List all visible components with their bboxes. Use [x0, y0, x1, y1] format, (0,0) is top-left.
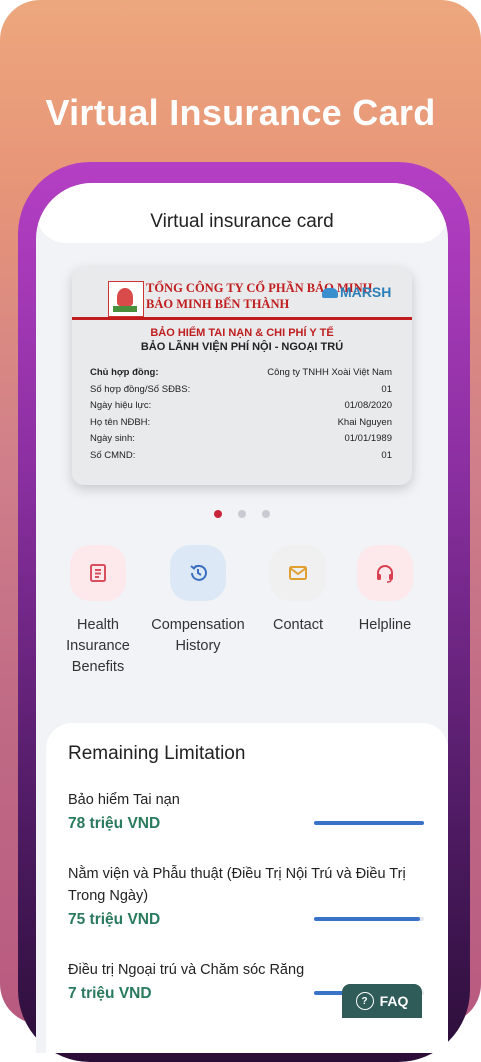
action-label: Helpline: [358, 617, 412, 633]
card-product-subtitle: BẢO LÃNH VIỆN PHÍ NỘI - NGOẠI TRÚ: [140, 341, 344, 353]
action-health-benefits[interactable]: Health Insurance Benefits: [48, 545, 148, 678]
carousel-dot-1[interactable]: [214, 510, 222, 518]
action-label: Compensation History: [151, 617, 245, 654]
page-title: Virtual insurance card: [150, 211, 334, 232]
faq-button[interactable]: ? FAQ: [342, 984, 422, 1018]
limit-name: Nằm viện và Phẫu thuật (Điều Trị Nội Trú…: [68, 866, 406, 904]
carousel-dots: [36, 505, 448, 523]
quick-actions: Health Insurance Benefits Compensation H…: [36, 545, 448, 685]
card-fields: Chủ hợp đồng: Công ty TNHH Xoài Việt Nam …: [90, 365, 392, 464]
limit-item[interactable]: Nằm viện và Phẫu thuật (Điều Trị Nội Trú…: [68, 863, 428, 929]
action-compensation-history[interactable]: Compensation History: [148, 545, 248, 657]
card-field-row: Ngày sinh: 01/01/1989: [90, 433, 392, 444]
carousel-dot-3[interactable]: [262, 510, 270, 518]
action-helpline[interactable]: Helpline: [335, 545, 435, 636]
limit-progress-bar: [314, 821, 424, 825]
carousel-dot-2[interactable]: [238, 510, 246, 518]
limit-item[interactable]: Bảo hiểm Tai nạn 78 triệu VND: [68, 789, 428, 833]
limit-name: Bảo hiểm Tai nạn: [68, 792, 180, 808]
card-field-row: Số hợp đồng/Số SĐBS: 01: [90, 383, 392, 395]
app-screen: Virtual insurance card TỔNG CÔNG TY CỔ P…: [36, 183, 448, 1053]
mail-icon: [270, 545, 326, 601]
limit-progress-bar: [314, 917, 424, 921]
card-divider: [72, 317, 412, 320]
insurance-card[interactable]: TỔNG CÔNG TY CỔ PHẦN BẢO MINH BẢO MINH B…: [72, 267, 412, 485]
card-field-row: Họ tên NĐBH: Khai Nguyen: [90, 416, 392, 428]
partner-logo: MARSH: [322, 284, 391, 300]
card-branch-name: BẢO MINH BẾN THÀNH: [146, 297, 290, 311]
headset-icon: [357, 545, 413, 601]
history-icon: [170, 545, 226, 601]
card-field-row: Chủ hợp đồng: Công ty TNHH Xoài Việt Nam: [90, 367, 392, 378]
help-icon: ?: [355, 992, 374, 1010]
promo-title: Virtual Insurance Card: [45, 92, 436, 133]
limit-name: Điều trị Ngoại trú và Chăm sóc Răng: [68, 962, 305, 978]
document-icon: [70, 545, 126, 601]
card-field-row: Số CMND: 01: [90, 449, 392, 461]
card-field-row: Ngày hiệu lực: 01/08/2020: [90, 400, 392, 411]
card-product-title: BẢO HIỂM TAI NẠN & CHI PHÍ Y TẾ: [150, 327, 334, 339]
action-contact[interactable]: Contact: [248, 545, 348, 636]
section-title: Remaining Limitation: [68, 743, 246, 764]
action-label: Contact: [273, 617, 323, 633]
bao-minh-logo: [108, 281, 144, 317]
header: Virtual insurance card: [36, 183, 448, 243]
marsh-icon: [322, 288, 338, 299]
action-label: Health Insurance Benefits: [66, 617, 130, 675]
